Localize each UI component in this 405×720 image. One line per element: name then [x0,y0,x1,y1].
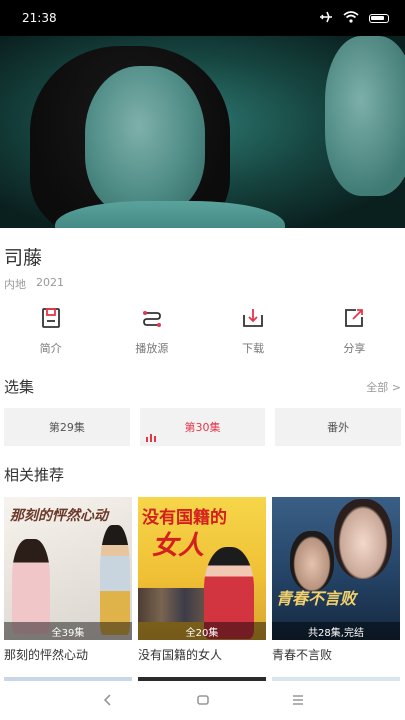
recommend-card-title: 没有国籍的女人 [138,648,223,662]
episode-item[interactable]: 第29集 [4,408,130,446]
poster-title: 那刻的怦然心动 [10,508,108,524]
next-row-peek [138,677,266,681]
source-button[interactable]: 播放源 [101,306,202,358]
next-row-peek [4,677,132,681]
episode-count-badge: 全20集 [138,622,266,640]
episode-count-badge: 全39集 [4,622,132,640]
poster-image: 那刻的怦然心动 全39集 [4,497,132,640]
download-label: 下载 [242,342,265,355]
system-nav-bar [0,683,405,720]
poster-figure [290,531,334,591]
episodes-header: 选集 全部 > [4,376,401,397]
intro-icon [39,306,63,334]
show-meta: 内地 2021 [4,276,64,292]
recommend-card[interactable]: 没有国籍的 女人 全20集 没有国籍的女人 [138,497,266,663]
recommend-title: 相关推荐 [4,466,65,484]
recommend-card-title: 青春不言败 [272,648,333,662]
recommend-card[interactable]: 那刻的怦然心动 全39集 那刻的怦然心动 [4,497,132,663]
video-frame-face [85,66,205,216]
back-icon[interactable] [101,692,115,711]
episodes-title: 选集 [4,378,35,396]
intro-button[interactable]: 简介 [0,306,101,358]
episode-item-active[interactable]: 第30集 [139,408,266,446]
show-region: 内地 [4,278,26,291]
recommend-header: 相关推荐 [4,464,401,485]
episode-label: 第30集 [184,421,221,434]
recommend-card[interactable]: 青春不言败 共28集,完结 青春不言败 [272,497,400,663]
wifi-icon [343,10,359,26]
share-label: 分享 [343,342,366,355]
source-label: 播放源 [135,342,169,355]
episode-list: 第29集 第30集 番外 [4,408,402,446]
status-bar: 21:38 [0,0,405,36]
recommend-card-title: 那刻的怦然心动 [4,648,89,662]
playing-icon [145,432,156,442]
episode-label: 番外 [327,421,350,434]
home-icon[interactable] [196,692,210,711]
recommend-list: 那刻的怦然心动 全39集 那刻的怦然心动 没有国籍的 女人 全20集 没有国籍的… [4,497,401,663]
status-time: 21:38 [22,11,57,25]
share-button[interactable]: 分享 [304,306,405,358]
show-title: 司藤 [4,247,43,269]
show-year: 2021 [36,276,64,289]
episodes-all-link[interactable]: 全部 > [366,379,401,395]
poster-image: 青春不言败 共28集,完结 [272,497,400,640]
episode-label: 第29集 [48,421,85,434]
source-icon [140,306,164,334]
video-player[interactable] [0,36,405,228]
share-icon [342,306,366,334]
status-icons [319,10,389,26]
next-row-peek [272,677,400,681]
poster-figure [100,525,130,635]
menu-icon[interactable] [291,692,305,711]
download-button[interactable]: 下载 [203,306,304,358]
poster-title-secondary: 女人 [152,531,205,561]
download-icon [241,306,265,334]
episode-count-badge: 共28集,完结 [272,622,400,640]
action-row: 简介 播放源 下载 分享 [0,306,405,358]
intro-label: 简介 [39,342,62,355]
airplane-icon [319,11,333,26]
battery-icon [369,13,389,23]
poster-figure [334,499,392,579]
poster-title: 青春不言败 [276,589,357,608]
poster-image: 没有国籍的 女人 全20集 [138,497,266,640]
poster-figure [12,539,50,634]
episode-item[interactable]: 番外 [275,408,402,446]
video-frame-hand [325,36,405,196]
poster-figure [138,588,208,622]
